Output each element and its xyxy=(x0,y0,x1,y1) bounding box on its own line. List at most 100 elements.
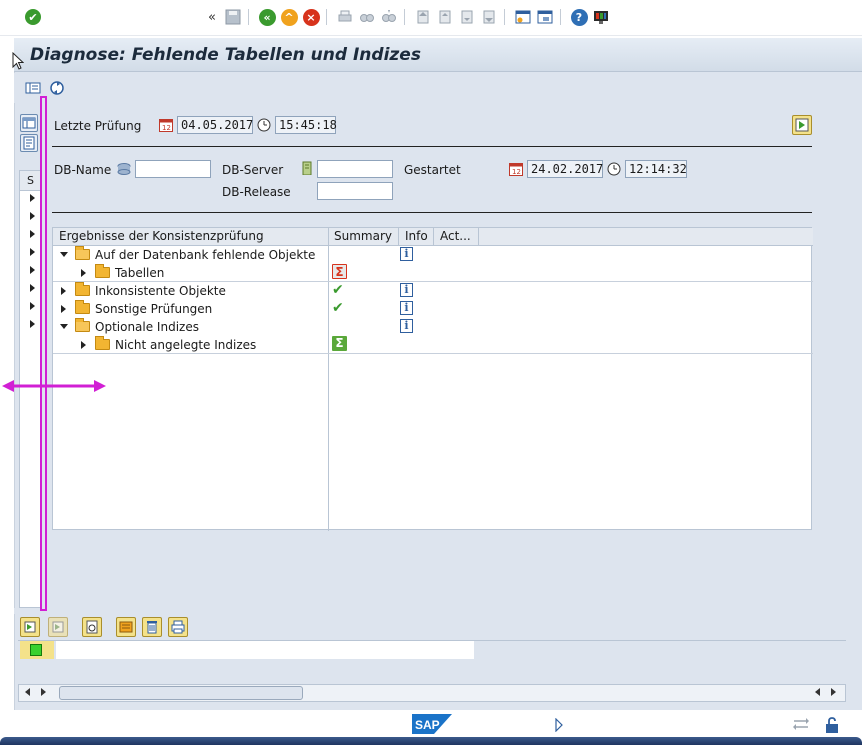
system-toolbar: ✔ « « ^ × ? xyxy=(0,0,862,36)
info-icon[interactable]: i xyxy=(400,319,413,333)
title-bar: Diagnose: Fehlende Tabellen und Indizes xyxy=(14,38,862,72)
database-icon xyxy=(117,163,131,175)
db-release-field[interactable] xyxy=(317,182,393,200)
back-icon[interactable]: « xyxy=(258,8,276,26)
customize-layout-icon[interactable] xyxy=(592,8,610,26)
collapsed-node-icon[interactable] xyxy=(81,269,86,277)
started-date-field[interactable]: 24.02.2017 xyxy=(527,160,603,178)
sigma-green-icon[interactable]: Σ xyxy=(332,336,347,351)
previous-page-icon[interactable] xyxy=(436,8,454,26)
db-name-label: DB-Name xyxy=(54,163,112,177)
consistency-results-tree: Ergebnisse der Konsistenzprüfung Summary… xyxy=(52,227,813,531)
collapsed-node-icon[interactable] xyxy=(81,341,86,349)
print-icon[interactable] xyxy=(336,8,354,26)
section-divider-2 xyxy=(52,212,812,213)
help-icon[interactable]: ? xyxy=(570,8,588,26)
db-server-field[interactable] xyxy=(317,160,393,178)
info-icon[interactable]: i xyxy=(400,283,413,297)
dock-row-arrow-icon[interactable] xyxy=(30,248,35,256)
dock-document-icon[interactable] xyxy=(20,134,38,152)
details-button[interactable] xyxy=(82,617,102,637)
exit-icon[interactable]: ^ xyxy=(280,8,298,26)
tree-row[interactable]: Tabellen Σ xyxy=(53,264,813,282)
delete-button[interactable] xyxy=(142,617,162,637)
check-icon: ✔ xyxy=(332,282,344,298)
expand-button[interactable] xyxy=(20,617,40,637)
execute-check-button[interactable] xyxy=(792,115,812,135)
first-page-icon[interactable] xyxy=(414,8,432,26)
column-header-results[interactable]: Ergebnisse der Konsistenzprüfung xyxy=(59,229,264,243)
db-name-field[interactable] xyxy=(135,160,211,178)
tree-row[interactable]: Nicht angelegte Indizes Σ xyxy=(53,336,813,354)
column-header-summary[interactable]: Summary xyxy=(334,229,392,243)
find-icon[interactable] xyxy=(358,8,376,26)
lock-icon[interactable] xyxy=(824,716,840,734)
message-text-cell[interactable] xyxy=(56,641,474,659)
info-icon[interactable]: i xyxy=(400,247,413,261)
last-check-time-field[interactable]: 15:45:18 xyxy=(275,116,337,134)
last-page-icon[interactable] xyxy=(480,8,498,26)
info-icon[interactable]: i xyxy=(400,301,413,315)
dock-layout-icon[interactable] xyxy=(20,114,38,132)
status-expand-icon[interactable] xyxy=(554,718,564,732)
dock-row-arrow-icon[interactable] xyxy=(30,194,35,202)
long-text-button[interactable] xyxy=(116,617,136,637)
tree-row[interactable]: Sonstige Prüfungen ✔ i xyxy=(53,300,813,318)
dock-row-arrow-icon[interactable] xyxy=(30,212,35,220)
tree-row[interactable]: Auf der Datenbank fehlende Objekte i xyxy=(53,246,813,264)
scroll-icon xyxy=(119,621,133,633)
scroll-page-left-icon[interactable] xyxy=(815,688,820,696)
expanded-node-icon[interactable] xyxy=(60,324,68,329)
column-header-info[interactable]: Info xyxy=(405,229,428,243)
next-page-icon[interactable] xyxy=(458,8,476,26)
transfer-icon[interactable] xyxy=(792,716,810,732)
toggle-display-icon[interactable] xyxy=(24,79,42,97)
collapse-button[interactable] xyxy=(48,617,68,637)
dock-row-arrow-icon[interactable] xyxy=(30,320,35,328)
column-header-action[interactable]: Act... xyxy=(440,229,471,243)
last-check-date-field[interactable]: 04.05.2017 xyxy=(177,116,253,134)
started-time-field[interactable]: 12:14:32 xyxy=(625,160,687,178)
db-release-label: DB-Release xyxy=(222,185,291,199)
command-field[interactable] xyxy=(48,4,200,30)
system-info-field[interactable] xyxy=(572,713,778,737)
collapsed-node-icon[interactable] xyxy=(61,305,66,313)
tree-node-label[interactable]: Tabellen xyxy=(115,266,164,280)
tree-node-label[interactable]: Optionale Indizes xyxy=(95,320,199,334)
tree-node-label[interactable]: Nicht angelegte Indizes xyxy=(115,338,256,352)
svg-text:SAP: SAP xyxy=(415,718,440,732)
dock-row-arrow-icon[interactable] xyxy=(30,266,35,274)
save-icon[interactable] xyxy=(224,8,242,26)
highlight-box xyxy=(40,96,47,611)
section-divider xyxy=(52,146,812,147)
dock-row-arrow-icon[interactable] xyxy=(30,230,35,238)
svg-text:12: 12 xyxy=(162,124,171,132)
scroll-page-right-icon[interactable] xyxy=(831,688,836,696)
tree-node-label[interactable]: Sonstige Prüfungen xyxy=(95,302,212,316)
new-session-icon[interactable] xyxy=(514,8,532,26)
cancel-icon[interactable]: × xyxy=(302,8,320,26)
check-icon: ✔ xyxy=(332,300,344,316)
refresh-icon[interactable] xyxy=(48,79,66,97)
tree-row[interactable]: Optionale Indizes i xyxy=(53,318,813,336)
collapsed-node-icon[interactable] xyxy=(61,287,66,295)
scroll-right-small-icon[interactable] xyxy=(41,688,46,696)
horizontal-scrollbar[interactable] xyxy=(18,684,846,702)
shortcut-icon[interactable] xyxy=(536,8,554,26)
collapse-icon[interactable]: « xyxy=(203,8,221,26)
dock-row-arrow-icon[interactable] xyxy=(30,302,35,310)
message-toolbar xyxy=(16,614,846,640)
tree-node-label[interactable]: Auf der Datenbank fehlende Objekte xyxy=(95,248,315,262)
scroll-left-icon[interactable] xyxy=(25,688,30,696)
enter-icon[interactable]: ✔ xyxy=(24,8,42,26)
sap-logo: SAP xyxy=(412,714,452,734)
expanded-node-icon[interactable] xyxy=(60,252,68,257)
find-next-icon[interactable] xyxy=(380,8,398,26)
tree-row[interactable]: Inkonsistente Objekte ✔ i xyxy=(53,282,813,300)
tree-node-label[interactable]: Inkonsistente Objekte xyxy=(95,284,226,298)
dock-row-arrow-icon[interactable] xyxy=(30,284,35,292)
sigma-red-icon[interactable]: Σ xyxy=(332,264,347,279)
scrollbar-thumb[interactable] xyxy=(59,686,303,700)
folder-icon xyxy=(95,264,110,278)
print-log-button[interactable] xyxy=(168,617,188,637)
